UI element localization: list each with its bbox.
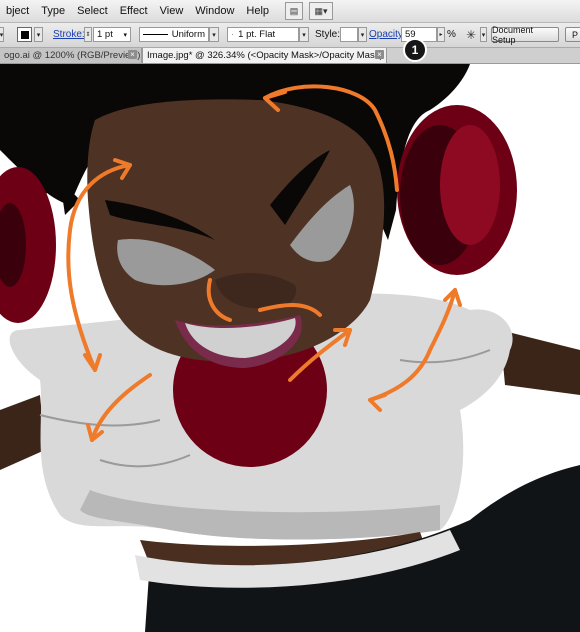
menu-window[interactable]: Window — [189, 5, 240, 17]
menu-bar: bject Type Select Effect View Window Hel… — [0, 0, 580, 23]
stroke-weight-stepper-icon[interactable]: ⇕ — [84, 27, 92, 42]
recolor-dropdown-icon[interactable]: ▾ — [480, 27, 487, 42]
menu-effect[interactable]: Effect — [114, 5, 154, 17]
menu-type[interactable]: Type — [35, 5, 71, 17]
document-setup-button[interactable]: Document Setup — [491, 25, 559, 45]
chevron-down-icon: ▾ — [123, 31, 127, 39]
right-headphone-hi — [440, 125, 500, 245]
style-label: Style: — [315, 29, 341, 40]
step-callout-badge: 1 — [403, 38, 427, 62]
tab-image-document[interactable]: Image.jpg* @ 326.34% (<Opacity Mask>/Opa… — [142, 48, 387, 63]
close-icon[interactable]: × — [128, 50, 137, 59]
opacity-arrow-icon[interactable]: ▸ — [437, 27, 445, 42]
tab-logo-document[interactable]: ogo.ai @ 1200% (RGB/Preview) — [0, 48, 142, 63]
fill-dropdown-icon[interactable]: ▾ — [0, 27, 4, 42]
bridge-icon[interactable]: ▤ — [285, 2, 304, 20]
stroke-weight-field[interactable]: 1 pt ▾ — [93, 27, 131, 42]
profile-value: Uniform — [171, 29, 205, 40]
menu-view[interactable]: View — [154, 5, 190, 17]
document-tab-bar: ogo.ai @ 1200% (RGB/Preview) × Image.jpg… — [0, 48, 580, 64]
profile-line-icon — [143, 34, 168, 35]
stroke-label[interactable]: Stroke: — [53, 27, 85, 42]
preferences-button[interactable]: P — [565, 27, 580, 42]
brush-value: 1 pt. Flat — [238, 29, 276, 40]
brush-definition-select[interactable]: · 1 pt. Flat — [227, 27, 299, 42]
close-icon[interactable]: × — [375, 50, 384, 59]
style-dropdown-icon[interactable]: ▾ — [358, 27, 367, 42]
arrange-documents-icon[interactable]: ▦▾ — [309, 2, 334, 20]
graphic-style-swatch[interactable] — [340, 27, 358, 42]
tab-logo-label: ogo.ai @ 1200% (RGB/Preview) — [4, 50, 141, 61]
brush-dot-icon: · — [231, 29, 235, 40]
stroke-swatch-dropdown-icon[interactable]: ▾ — [34, 27, 43, 42]
recolor-artwork-icon[interactable]: ✳ — [462, 27, 480, 42]
menu-object[interactable]: bject — [0, 5, 35, 17]
control-bar: ▾ ▾ Stroke: ⇕ 1 pt ▾ Uniform ▾ · 1 pt. F… — [0, 23, 580, 48]
profile-dropdown-icon[interactable]: ▾ — [209, 27, 219, 42]
stroke-swatch[interactable] — [17, 27, 32, 42]
illustration — [0, 64, 580, 632]
tab-image-label: Image.jpg* @ 326.34% (<Opacity Mask>/Opa… — [147, 50, 383, 61]
brush-dropdown-icon[interactable]: ▾ — [299, 27, 309, 42]
variable-width-profile-select[interactable]: Uniform — [139, 27, 209, 42]
artboard-canvas[interactable] — [0, 64, 580, 632]
stroke-weight-value: 1 pt — [97, 29, 113, 40]
left-arm — [0, 395, 45, 470]
menu-select[interactable]: Select — [71, 5, 114, 17]
opacity-percent: % — [447, 29, 456, 40]
stroke-color-icon — [20, 30, 29, 39]
menu-help[interactable]: Help — [240, 5, 275, 17]
